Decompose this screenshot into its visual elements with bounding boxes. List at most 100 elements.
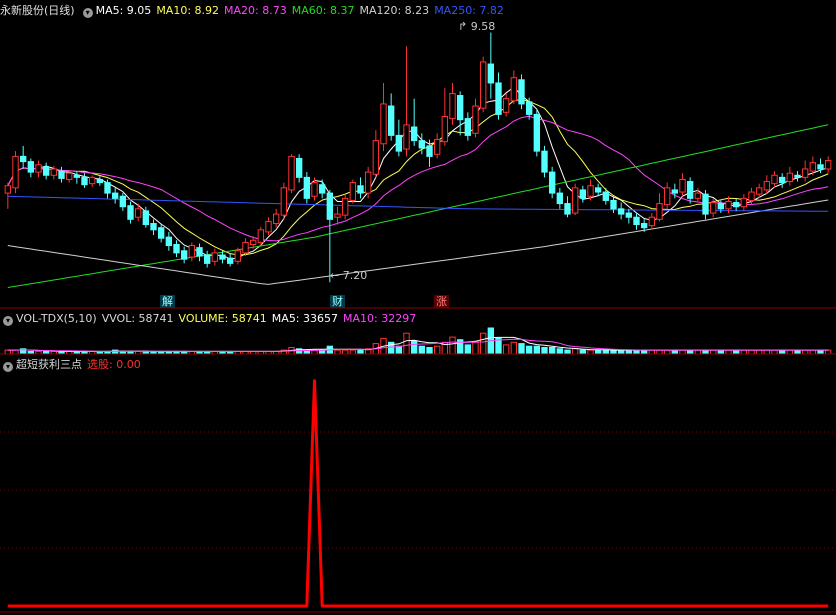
candle-body-down [357, 185, 364, 194]
candle-body-down [717, 203, 725, 210]
candle-body-up [763, 181, 771, 191]
volume-bar [824, 349, 832, 355]
volume-bar [510, 341, 518, 355]
volume-bar [771, 349, 778, 355]
volume-bar [694, 349, 702, 355]
candle-body-up [364, 171, 372, 194]
candle [272, 208, 280, 228]
candle-body-down [671, 189, 679, 194]
candle-body-up [257, 229, 265, 243]
candle [280, 182, 288, 220]
candle-body-up [234, 250, 242, 262]
volume-bar [525, 345, 533, 355]
candle-body-down [464, 118, 472, 136]
candle-body-down [418, 140, 426, 149]
candle [12, 151, 19, 194]
candle-body-up [372, 140, 380, 175]
volume-bar [663, 349, 671, 355]
candle-body-up [771, 174, 778, 185]
candle-body-up [824, 160, 832, 170]
candle [702, 189, 709, 220]
candle-body-down [303, 176, 311, 199]
candle-body-down [640, 223, 648, 229]
volume-bar [403, 332, 410, 355]
candle [303, 172, 311, 204]
candle-body-up [88, 176, 96, 185]
candle [196, 243, 203, 262]
candle [794, 171, 801, 182]
candle-body-down [157, 227, 165, 239]
volume-bar [4, 349, 12, 355]
candle [127, 201, 134, 224]
candle-body-down [127, 205, 134, 220]
candle [410, 98, 418, 146]
candle-body-down [594, 187, 602, 193]
volume-bar [686, 349, 694, 355]
candle-body-up [242, 241, 249, 254]
volume-bar [640, 349, 648, 355]
candle-body-down [778, 176, 786, 184]
candle-body-down [633, 216, 640, 226]
candle-body-up [288, 155, 295, 191]
candle-body-up [571, 187, 579, 214]
candle [464, 112, 472, 141]
volume-bar [625, 349, 633, 355]
candle [694, 187, 702, 203]
candle [564, 196, 571, 218]
candle-body-down [533, 113, 541, 152]
candle [4, 182, 12, 209]
candle-body-up [35, 164, 42, 173]
candle [42, 162, 50, 180]
candle [58, 166, 65, 183]
candle-body-down [96, 178, 104, 184]
candle-body-up [725, 200, 732, 210]
candle [656, 193, 663, 222]
candle-body-down [602, 191, 610, 201]
candle-body-down [27, 161, 35, 173]
candle [380, 82, 387, 152]
candle [73, 171, 81, 184]
candle-body-up [694, 192, 702, 199]
volume-bar [794, 349, 801, 355]
volume-bar [755, 349, 763, 355]
candle [341, 194, 349, 220]
candle-body-down [702, 193, 709, 215]
candle-body-down [426, 145, 433, 157]
candle [502, 93, 510, 117]
volume-bar [740, 349, 748, 355]
candle-body-down [165, 236, 173, 247]
candle-body-up [709, 202, 717, 214]
candle [395, 119, 403, 157]
candle [449, 82, 456, 125]
candle-body-up [801, 168, 809, 178]
volume-bar [533, 345, 541, 355]
panel-frame [0, 307, 836, 613]
stock-chart[interactable] [0, 0, 836, 615]
candle-body-down [556, 192, 564, 205]
candle-body-down [525, 101, 533, 115]
candle [518, 74, 525, 110]
candle [165, 231, 173, 251]
candle-body-up [311, 182, 318, 197]
volume-bar [656, 349, 663, 355]
volume-bar [702, 349, 709, 355]
candle [349, 179, 357, 204]
candle-body-up [265, 220, 272, 233]
candle-body-up [663, 187, 671, 206]
candle-body-up [380, 103, 387, 145]
candle [541, 145, 548, 178]
volume-bar [395, 345, 403, 355]
candle-body-up [334, 213, 341, 218]
candle-body-up [510, 77, 518, 102]
candle-body-up [50, 168, 58, 176]
volume-bar [648, 349, 656, 355]
candle [180, 246, 188, 264]
volume-bar [426, 347, 433, 355]
candle [19, 145, 27, 169]
volume-bar [564, 349, 571, 355]
candle [686, 177, 694, 204]
candle [778, 173, 786, 188]
volume-bar [472, 341, 479, 355]
candle-body-up [656, 203, 663, 220]
candle [35, 160, 42, 178]
